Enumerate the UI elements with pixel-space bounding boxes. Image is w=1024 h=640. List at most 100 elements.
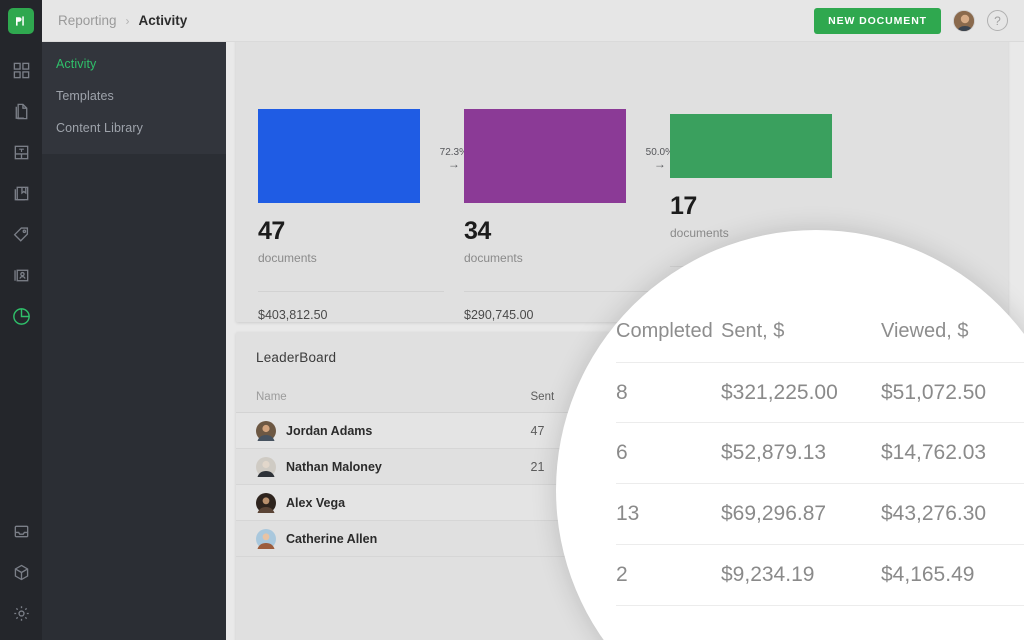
sidebar-submenu: Activity Templates Content Library	[42, 42, 226, 640]
cell-viewed-amount: $43,276.30	[841, 495, 905, 510]
cell-completed: 8	[594, 423, 602, 438]
rail-item-dashboard[interactable]	[0, 50, 42, 91]
funnel-bar[interactable]	[464, 109, 626, 203]
rail-item-contacts[interactable]	[0, 255, 42, 296]
contacts-icon	[13, 269, 28, 282]
sidebar-submenu-group: Activity Templates Content Library	[42, 42, 226, 154]
cell-viewed-amount: $51,072.50	[841, 423, 905, 438]
cell-sent-amount: $321,225.00	[695, 423, 765, 438]
content-library-icon	[14, 186, 28, 201]
reporting-pie-icon	[12, 308, 30, 325]
funnel-chart: 47 documents $403,812.50 72.3% → 34 docu…	[236, 42, 1008, 322]
cell-name: Alex Vega	[256, 492, 531, 513]
funnel-stage-count: 34	[464, 217, 491, 245]
cell-sent-amount: $9,234.19	[695, 531, 751, 546]
settings-gear-icon	[13, 606, 29, 621]
avatar-image	[954, 10, 974, 31]
rail-item-settings[interactable]	[0, 593, 42, 634]
sidebar-item-content-library[interactable]: Content Library	[42, 112, 226, 144]
user-avatar[interactable]	[953, 9, 975, 32]
column-header-sent[interactable]: Sent	[531, 391, 595, 403]
main-content: 47 documents $403,812.50 72.3% → 34 docu…	[226, 42, 1024, 640]
avatar	[256, 456, 276, 477]
rail-item-inbox[interactable]	[0, 511, 42, 552]
table-row[interactable]: Nathan Maloney 21 6 $52,879.13 $14,762.0…	[236, 449, 1008, 485]
funnel-stage-count: 17	[670, 192, 697, 220]
person-name: Nathan Maloney	[286, 459, 382, 474]
top-header: Reporting › Activity NEW DOCUMENT ?	[42, 0, 1024, 42]
table-row[interactable]: Jordan Adams 47 8 $321,225.00 $51,072.50	[236, 413, 1008, 449]
header-actions: NEW DOCUMENT ?	[814, 7, 1008, 34]
table-row[interactable]: Alex Vega 13 $69,296.87 $43,276.30	[236, 485, 1008, 521]
column-header-viewed-amount[interactable]: Viewed, $	[842, 391, 988, 403]
column-header-completed[interactable]: Completed	[595, 391, 696, 403]
cell-name: Nathan Maloney	[256, 456, 531, 477]
cell-sent: 47	[530, 423, 545, 438]
avatar-image	[256, 420, 276, 441]
sidebar-item-label: Activity	[56, 57, 97, 71]
person-name: Catherine Allen	[286, 531, 378, 546]
inbox-icon	[14, 525, 28, 538]
sidebar-item-templates[interactable]: Templates	[42, 80, 226, 112]
column-header-name[interactable]: Name	[256, 391, 531, 403]
funnel-stage-amount	[670, 266, 856, 283]
help-icon[interactable]: ?	[987, 10, 1008, 31]
breadcrumb-root[interactable]: Reporting	[58, 13, 117, 28]
funnel-bar[interactable]	[258, 109, 420, 203]
logo-glyph-icon	[16, 16, 24, 26]
rail-item-reporting[interactable]	[0, 296, 42, 337]
icon-rail	[0, 0, 42, 640]
tag-icon	[13, 227, 28, 242]
funnel-stage-label	[464, 92, 670, 101]
funnel-stage-count: 47	[258, 217, 285, 245]
funnel-stage-amount: $403,812.50	[258, 291, 444, 322]
cell-name: Jordan Adams	[256, 420, 531, 441]
avatar-image	[256, 456, 276, 477]
avatar	[256, 492, 276, 513]
templates-icon	[14, 145, 28, 160]
funnel-bar[interactable]	[670, 114, 832, 178]
cell-sent: 21	[530, 459, 545, 474]
dashboard-grid-icon	[13, 62, 29, 79]
column-header-sent-amount[interactable]: Sent, $	[695, 391, 841, 403]
avatar-image	[256, 492, 276, 513]
funnel-stage-label	[258, 92, 464, 101]
rail-item-content-library[interactable]	[0, 173, 42, 214]
cell-viewed-amount: $14,762.03	[841, 459, 905, 474]
person-name: Jordan Adams	[286, 423, 373, 438]
person-name: Alex Vega	[286, 495, 346, 510]
sidebar-item-activity[interactable]: Activity	[42, 48, 226, 80]
funnel-stage-unit: documents	[258, 251, 317, 265]
cell-viewed-amount: $4,165.49	[841, 531, 898, 546]
avatar	[256, 420, 276, 441]
cell-name: Catherine Allen	[256, 528, 531, 549]
breadcrumb-current: Activity	[138, 13, 188, 28]
rail-item-tags[interactable]	[0, 214, 42, 255]
cell-completed: 6	[594, 459, 602, 474]
cell-completed: 13	[594, 495, 609, 510]
rail-item-documents[interactable]	[0, 91, 42, 132]
funnel-stage-completed: Completed 17 documents	[670, 42, 876, 322]
rail-item-templates[interactable]	[0, 132, 42, 173]
leaderboard-header-row: Name Sent Completed Sent, $ Viewed, $	[236, 381, 1008, 413]
table-row[interactable]: Catherine Allen 2 $9,234.19 $4,165.49	[236, 521, 1008, 557]
pandadoc-logo[interactable]	[8, 8, 34, 34]
funnel-stage-viewed: 34 documents $290,745.00 50.0% →	[464, 42, 674, 322]
cell-sent-amount: $52,879.13	[695, 459, 758, 474]
funnel-card: 47 documents $403,812.50 72.3% → 34 docu…	[236, 42, 1008, 322]
leaderboard-card: LeaderBoard Name Sent Completed Sent, $ …	[236, 332, 1008, 640]
documents-icon	[15, 103, 27, 120]
cell-completed: 2	[594, 531, 602, 546]
rail-item-integrations[interactable]	[0, 552, 42, 593]
new-document-button[interactable]: NEW DOCUMENT	[814, 7, 941, 34]
rail-bottom-list	[0, 511, 42, 634]
leaderboard-title: LeaderBoard	[256, 350, 337, 365]
funnel-stage-unit: documents	[670, 226, 729, 240]
integrations-cube-icon	[14, 564, 28, 581]
funnel-stage-amount: $290,745.00	[464, 291, 650, 322]
breadcrumb-separator-icon: ›	[125, 13, 130, 28]
sidebar-item-label: Content Library	[56, 121, 143, 135]
cell-sent-amount: $69,296.87	[695, 495, 758, 510]
rail-icon-list	[0, 50, 42, 337]
avatar-image	[256, 528, 276, 549]
